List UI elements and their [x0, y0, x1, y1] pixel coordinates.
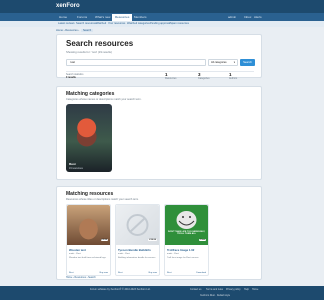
inbox-link[interactable]: Inbox [244, 14, 251, 20]
resources-description: Resources whose titles or descriptions m… [66, 198, 139, 201]
footer-copyright: Forum software by XenForo® © 2010-2023 X… [90, 288, 151, 291]
categories-card: Matching categories Categories whose nam… [56, 86, 262, 180]
footer-home-link[interactable]: Home [252, 288, 258, 291]
resource-meta: mods · Rust [167, 253, 179, 255]
footer-contact-link[interactable]: Contact us [190, 288, 201, 291]
bottom-breadcrumb-search: Search [88, 276, 96, 279]
stat-small-2: Categories [198, 77, 210, 80]
resource-description: Wooden tent built from reclaimed logs. [69, 257, 107, 259]
breadcrumb-current: Search [80, 29, 94, 32]
nav-tab-home[interactable]: Home [56, 14, 70, 21]
site-logo[interactable]: xenForo [56, 3, 80, 9]
category-select[interactable]: All categories ▾ [208, 59, 238, 66]
resource-card[interactable]: DON'T TAKE LIFE TOO SERIOUSLY, TROLL THE… [164, 204, 209, 276]
subnav-spam-resources[interactable]: Spam resources [170, 21, 189, 27]
stat-small-1: Resources [165, 77, 177, 80]
chevron-down-icon: ▾ [233, 61, 235, 64]
price-badge: €3.99 [100, 239, 108, 241]
page-title: Search resources [66, 39, 134, 48]
alerts-link[interactable]: Alerts [254, 14, 262, 20]
resource-category-link[interactable]: Rust [118, 272, 123, 274]
footer-privacy-link[interactable]: Privacy policy [226, 288, 241, 291]
search-input[interactable]: rust [66, 59, 206, 66]
resources-title: Matching resources [66, 191, 114, 197]
category-count: 19 resources [69, 167, 83, 170]
resource-action-link[interactable]: Buy now [100, 272, 108, 274]
bottom-breadcrumb-home[interactable]: Home [66, 276, 72, 279]
main-navigation: Home Forums What's new Resources Members… [0, 13, 324, 21]
subnav-watched-categories[interactable]: Watched categories [127, 21, 150, 27]
resource-card[interactable]: €3.99 Wooden tent mods · Rust Wooden ten… [66, 204, 111, 276]
resource-category-link[interactable]: Rust [167, 272, 172, 274]
breadcrumb-resources[interactable]: Resources [65, 29, 77, 32]
search-card: Search resources Showing results for: 'r… [56, 34, 262, 80]
nav-tab-resources[interactable]: Resources [112, 14, 133, 21]
resource-description: Troll face image for Rust servers. [167, 257, 200, 259]
categories-title: Matching categories [66, 91, 115, 97]
price-badge: €39.99 [148, 239, 157, 241]
nav-tab-members[interactable]: Members [131, 14, 150, 21]
breadcrumb: Home › Resources › Search [56, 29, 94, 32]
resource-meta: mods · Rust [118, 253, 130, 255]
subnav-your-resources[interactable]: Your resources [108, 21, 125, 27]
resource-category-link[interactable]: Rust [69, 272, 74, 274]
breadcrumb-home[interactable]: Home [56, 29, 63, 32]
divider [66, 71, 254, 72]
subnav-latest-reviews[interactable]: Latest reviews [58, 21, 75, 27]
footer-help-link[interactable]: Help [244, 288, 249, 291]
category-select-value: All categories [211, 61, 227, 64]
resource-description: Building information bundle for servers. [118, 257, 156, 259]
user-menu[interactable]: admin [228, 14, 236, 20]
search-button[interactable]: Search [240, 59, 255, 66]
sub-navigation: Latest reviews Search resources Watched … [0, 21, 324, 27]
nav-tab-forums[interactable]: Forums [74, 14, 90, 21]
stat-small-3: Authors [229, 77, 238, 80]
subnav-search-resources[interactable]: Search resources [76, 21, 96, 27]
category-name: Rust [69, 162, 76, 166]
resource-meta: mods · Rust [69, 253, 81, 255]
resources-card: Matching resources Resources whose title… [56, 186, 262, 280]
resource-title[interactable]: TrollFace Image 1.02 [167, 248, 194, 252]
resource-card[interactable]: €39.99 Tycoon Bundle Buildinfo mods · Ru… [115, 204, 160, 276]
resource-action-link[interactable]: Buy now [149, 272, 157, 274]
footer-terms-link[interactable]: Terms and rules [206, 288, 223, 291]
subnav-pending-approval[interactable]: Pending approval [150, 21, 170, 27]
subnav-watched[interactable]: Watched [96, 21, 106, 27]
resource-title[interactable]: Wooden tent [69, 248, 86, 252]
resource-title[interactable]: Tycoon Bundle Buildinfo [118, 248, 151, 252]
footer-bottom-text: XenForo Rust · Default style [200, 294, 231, 297]
search-subtitle: Showing results for: 'rust' (19 results) [66, 50, 112, 54]
category-tile-rust[interactable]: Rust 19 resources [66, 104, 112, 172]
resource-action-link[interactable]: Download [196, 272, 206, 274]
bottom-breadcrumb: Home › Resources › Search [66, 276, 96, 279]
nav-tab-whats-new[interactable]: What's new [92, 14, 113, 21]
bottom-breadcrumb-resources[interactable]: Resources [75, 276, 86, 279]
troll-caption: DON'T TAKE LIFE TOO SERIOUSLY, TROLL THE… [167, 231, 206, 235]
footer: Forum software by XenForo® © 2010-2023 X… [0, 286, 324, 300]
top-header: xenForo [0, 0, 324, 13]
categories-description: Categories whose names or descriptions m… [66, 98, 142, 101]
price-badge: Free [199, 239, 206, 241]
info-value: 0 results [66, 76, 76, 79]
